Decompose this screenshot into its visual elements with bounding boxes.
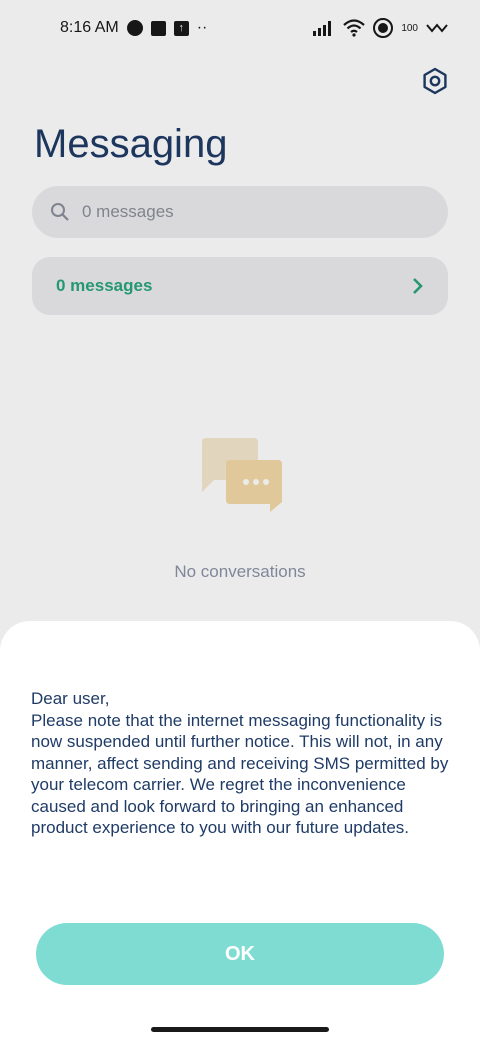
notice-message: Dear user, Please note that the internet… xyxy=(31,689,449,837)
home-indicator[interactable] xyxy=(151,1027,329,1032)
notice-bottom-sheet: Dear user, Please note that the internet… xyxy=(0,621,480,1040)
ok-button[interactable]: OK xyxy=(36,923,444,985)
